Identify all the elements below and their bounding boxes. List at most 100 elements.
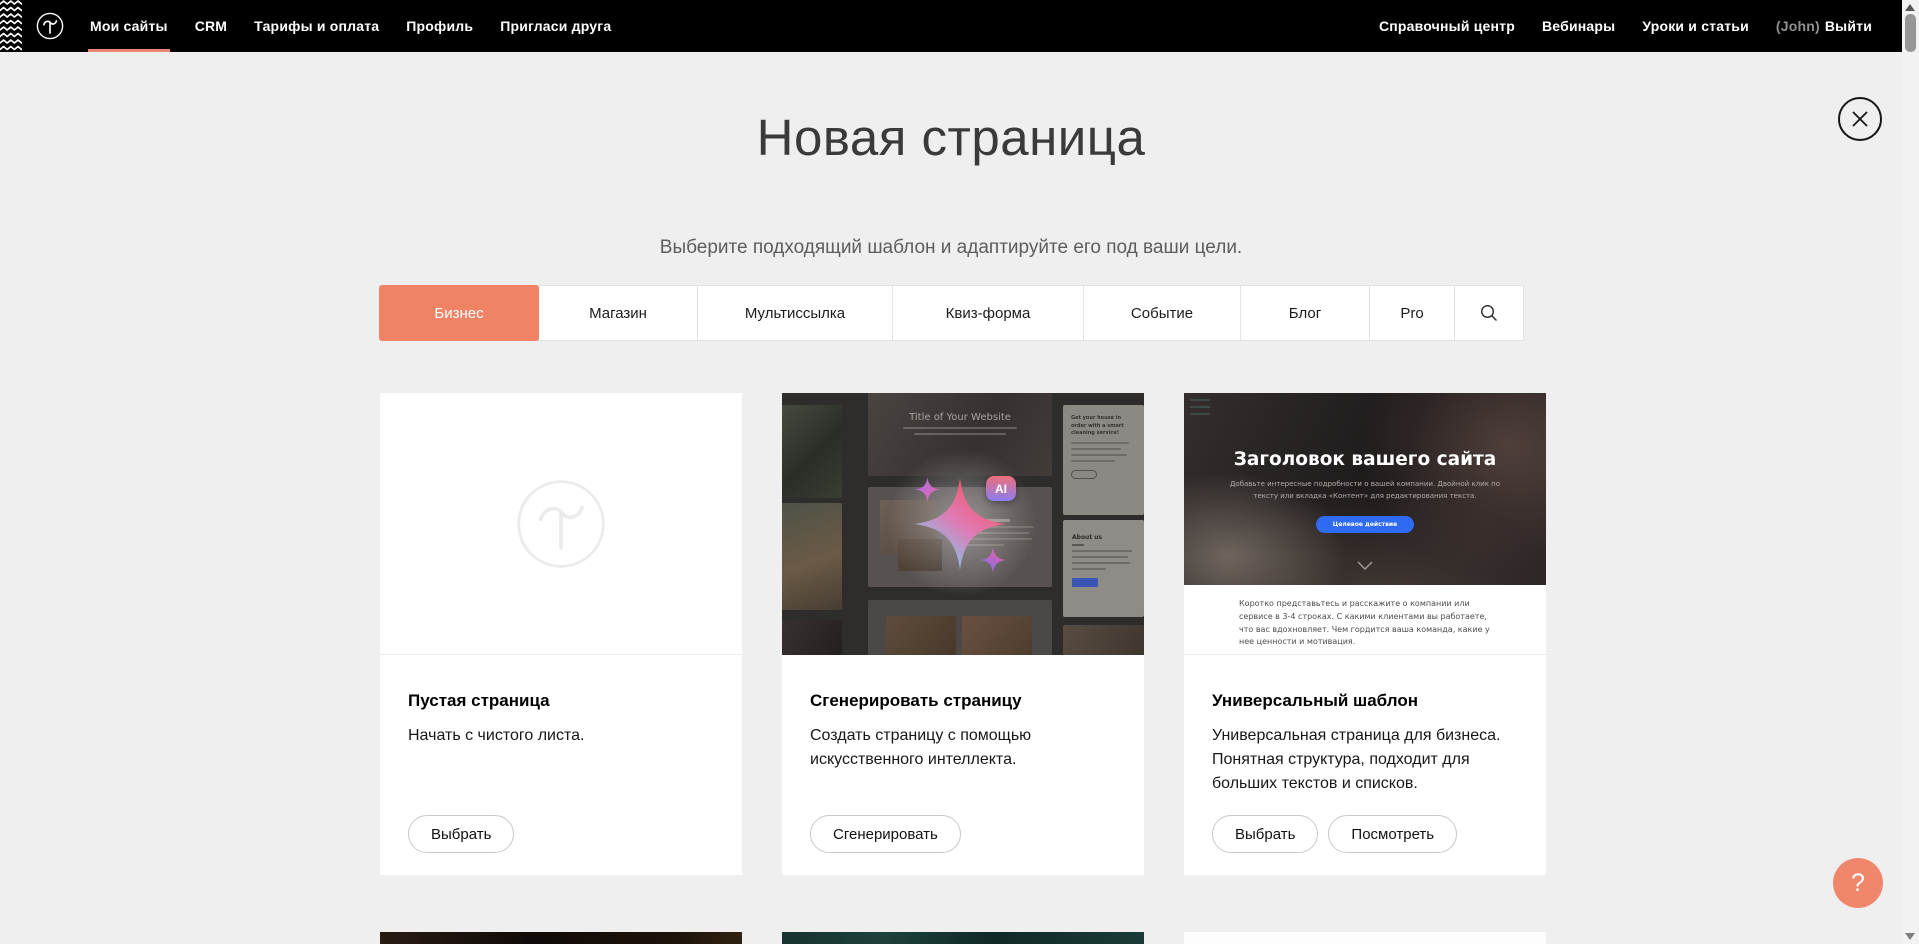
tab-search[interactable]	[1454, 285, 1524, 341]
template-cta-button: Целевое действие	[1316, 516, 1414, 533]
generate-button[interactable]: Сгенерировать	[810, 815, 961, 853]
small-sparkle-icon	[980, 547, 1006, 573]
card-description: Создать страницу с помощью искусственног…	[810, 724, 1060, 772]
template-preview-dark	[380, 932, 742, 944]
template-hero: Заголовок вашего сайта Добавьте интересн…	[1184, 393, 1546, 585]
placeholder-lines	[868, 427, 1052, 435]
page-title: Новая страница	[0, 108, 1902, 167]
collage-photo	[1063, 625, 1144, 655]
close-icon	[1850, 109, 1870, 129]
collage-hero-title: Title of Your Website	[868, 412, 1052, 423]
nav-logout[interactable]: (John) Выйти	[1776, 0, 1872, 52]
nav-webinars-label: Вебинары	[1542, 18, 1615, 34]
blank-page-preview	[380, 393, 742, 655]
blank-page-body: Пустая страница Начать с чистого листа. …	[380, 655, 742, 875]
card-title: Универсальный шаблон	[1212, 691, 1518, 711]
choose-blank-button[interactable]: Выбрать	[408, 815, 514, 853]
card-actions: Выбрать Посмотреть	[1212, 815, 1457, 853]
nav-profile[interactable]: Профиль	[406, 0, 473, 52]
template-text-section: Коротко представьтесь и расскажите о ком…	[1184, 585, 1546, 655]
help-button[interactable]: ?	[1833, 858, 1883, 908]
collage-photo-desk	[782, 405, 842, 498]
main-navigation: Мои сайты CRM Тарифы и оплата Профиль Пр…	[90, 0, 611, 52]
nav-my-sites-label: Мои сайты	[90, 18, 168, 34]
card-description: Универсальная страница для бизнеса. Поня…	[1212, 724, 1512, 796]
card-description: Начать с чистого листа.	[408, 724, 708, 748]
scrollbar-thumb[interactable]	[1905, 14, 1916, 52]
active-nav-underline	[88, 49, 170, 52]
collage-about-tile: About us	[1063, 520, 1144, 617]
nav-crm-label: CRM	[195, 18, 227, 34]
nav-lessons[interactable]: Уроки и статьи	[1642, 0, 1749, 52]
preview-universal-button[interactable]: Посмотреть	[1328, 815, 1457, 853]
ai-badge: AI	[986, 476, 1016, 501]
close-button[interactable]	[1838, 97, 1882, 141]
card-universal-template: Заголовок вашего сайта Добавьте интересн…	[1184, 393, 1546, 875]
chevron-down-icon	[1357, 557, 1373, 575]
nav-invite-friend[interactable]: Пригласи друга	[500, 0, 611, 52]
scrollbar-up-arrow-icon[interactable]	[1905, 4, 1915, 11]
collage-service-tile: Get your house in order with a smart cle…	[1063, 405, 1144, 515]
template-paragraph: Коротко представьтесь и расскажите о ком…	[1239, 585, 1491, 649]
collage-photo	[886, 616, 956, 655]
user-name: (John)	[1776, 18, 1820, 34]
scrollbar-down-arrow-icon[interactable]	[1905, 933, 1915, 940]
collage-gallery-tile	[868, 600, 1052, 655]
divider	[1072, 544, 1084, 546]
collage-photo	[962, 616, 1032, 655]
nav-help-center-label: Справочный центр	[1379, 18, 1515, 34]
collage-button	[1071, 470, 1097, 479]
tab-blog[interactable]: Блог	[1240, 285, 1370, 341]
placeholder-lines	[1072, 550, 1135, 570]
template-preview-light	[1184, 932, 1546, 944]
tab-quiz-form[interactable]: Квиз-форма	[892, 285, 1084, 341]
card-template-row2-3[interactable]	[1184, 932, 1546, 944]
collage-about-title: About us	[1072, 534, 1135, 541]
tab-business[interactable]: Бизнес	[379, 285, 539, 341]
placeholder-lines	[1071, 442, 1136, 462]
ai-card-body: Сгенерировать страницу Создать страницу …	[782, 655, 1144, 875]
small-sparkle-icon	[915, 477, 940, 502]
template-hero-title: Заголовок вашего сайта	[1184, 449, 1546, 470]
template-nav-lines	[1190, 399, 1210, 420]
nav-crm[interactable]: CRM	[195, 0, 227, 52]
card-title: Сгенерировать страницу	[810, 691, 1116, 711]
tab-shop[interactable]: Магазин	[538, 285, 698, 341]
nav-help-center[interactable]: Справочный центр	[1379, 0, 1515, 52]
collage-service-title: Get your house in order with a smart cle…	[1071, 415, 1136, 438]
top-navbar: Мои сайты CRM Тарифы и оплата Профиль Пр…	[0, 0, 1902, 52]
choose-universal-button[interactable]: Выбрать	[1212, 815, 1318, 853]
nav-profile-label: Профиль	[406, 18, 473, 34]
vertical-scrollbar[interactable]	[1902, 0, 1919, 944]
universal-card-body: Универсальный шаблон Универсальная стран…	[1184, 655, 1546, 875]
card-title: Пустая страница	[408, 691, 714, 711]
nav-webinars[interactable]: Вебинары	[1542, 0, 1615, 52]
secondary-navigation: Справочный центр Вебинары Уроки и статьи…	[1379, 0, 1872, 52]
universal-template-preview: Заголовок вашего сайта Добавьте интересн…	[1184, 393, 1546, 655]
search-icon	[1480, 304, 1498, 322]
tab-pro[interactable]: Pro	[1369, 285, 1455, 341]
card-blank-page: Пустая страница Начать с чистого листа. …	[380, 393, 742, 875]
tilda-logo-icon	[36, 12, 64, 40]
collage-photo-people	[782, 620, 842, 655]
card-ai-generate: Title of Your Website Get your house	[782, 393, 1144, 875]
card-template-row2-1[interactable]	[380, 932, 742, 944]
template-cards-grid: Пустая страница Начать с чистого листа. …	[380, 393, 1546, 944]
nav-invite-friend-label: Пригласи друга	[500, 18, 611, 34]
card-actions: Выбрать	[408, 815, 514, 853]
nav-lessons-label: Уроки и статьи	[1642, 18, 1749, 34]
logout-label: Выйти	[1825, 18, 1872, 34]
tab-event[interactable]: Событие	[1083, 285, 1241, 341]
ai-preview-collage: Title of Your Website Get your house	[782, 393, 1144, 655]
template-hero-subtitle: Добавьте интересные подробности о вашей …	[1224, 479, 1506, 503]
card-actions: Сгенерировать	[810, 815, 961, 853]
zigzag-pattern-icon	[0, 0, 22, 52]
nav-tariffs[interactable]: Тарифы и оплата	[254, 0, 379, 52]
card-template-row2-2[interactable]	[782, 932, 1144, 944]
tab-multilink[interactable]: Мультиссылка	[697, 285, 893, 341]
template-category-tabs: Бизнес Магазин Мультиссылка Квиз-форма С…	[379, 285, 1524, 341]
question-icon: ?	[1851, 869, 1865, 898]
nav-my-sites[interactable]: Мои сайты	[90, 0, 168, 52]
template-preview-teal	[782, 932, 1144, 944]
tilda-logo[interactable]	[36, 12, 64, 40]
